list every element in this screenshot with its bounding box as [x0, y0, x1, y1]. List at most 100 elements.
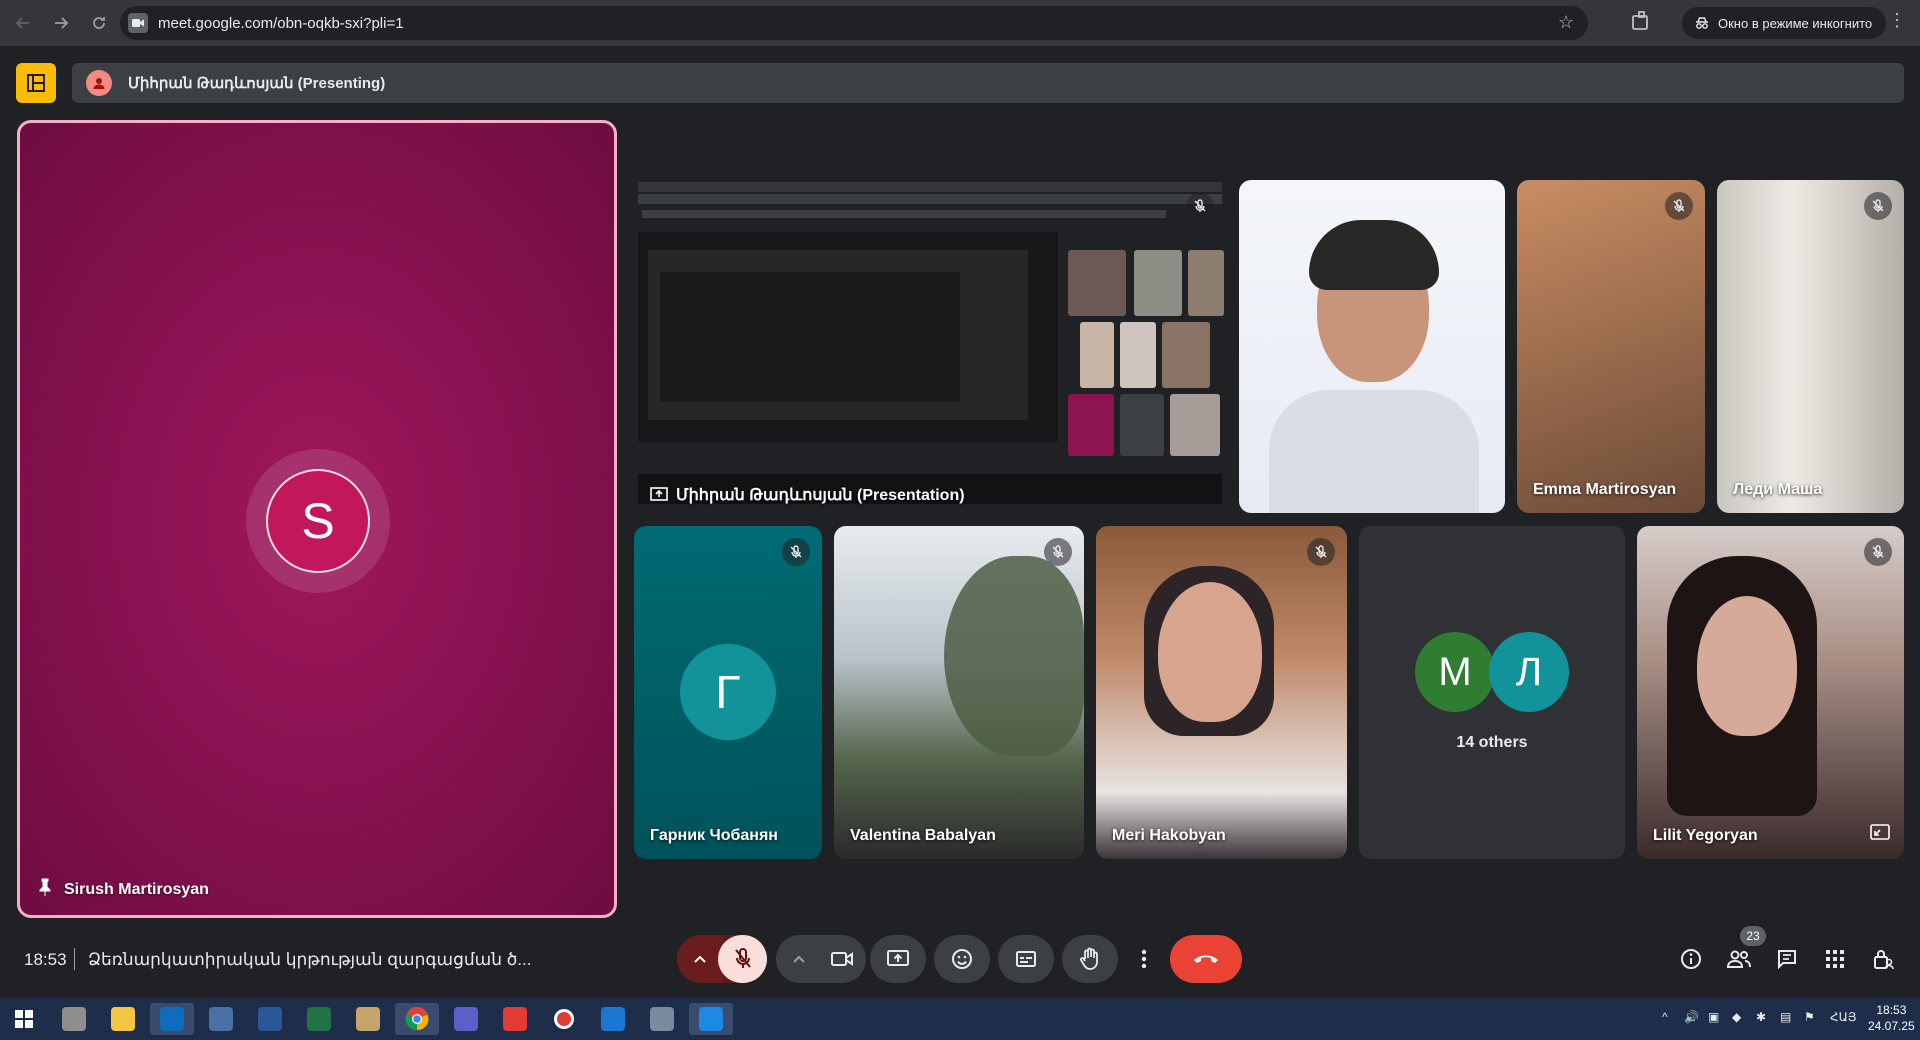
- taskbar-app[interactable]: [542, 1003, 586, 1035]
- camera-toggle-button[interactable]: [817, 935, 866, 983]
- participant-tile[interactable]: Meri Hakobyan: [1096, 526, 1347, 859]
- mute-indicator: [1665, 192, 1693, 220]
- participant-tile[interactable]: [1239, 180, 1505, 513]
- incognito-label: Окно в режиме инкогнито: [1718, 15, 1873, 31]
- forward-button[interactable]: [46, 8, 76, 38]
- browser-menu-icon[interactable]: ⋮: [1888, 10, 1906, 31]
- taskbar-app[interactable]: [689, 1003, 733, 1035]
- taskbar-clock[interactable]: 18:53 24.07.25: [1868, 1002, 1915, 1034]
- chat-button[interactable]: [1770, 942, 1804, 976]
- present-now-button[interactable]: [870, 935, 926, 983]
- site-info-icon[interactable]: [128, 13, 148, 33]
- windows-logo-icon: [15, 1010, 33, 1028]
- remote-desktop-icon: [699, 1007, 723, 1031]
- presentation-tile[interactable]: Միհրան Թադևոսյան (Presentation): [634, 180, 1226, 513]
- tray-app-icon[interactable]: ▣: [1708, 1010, 1719, 1024]
- taskbar-app[interactable]: [297, 1003, 341, 1035]
- others-count-label: 14 others: [1456, 734, 1528, 751]
- network-icon[interactable]: ▤: [1780, 1010, 1791, 1024]
- taskbar-app[interactable]: [346, 1003, 390, 1035]
- mic-off-icon: [1673, 199, 1685, 212]
- reactions-button[interactable]: [934, 935, 990, 983]
- activities-button[interactable]: [1818, 942, 1852, 976]
- mic-toggle-button[interactable]: [718, 935, 767, 983]
- camera-control: [776, 935, 866, 983]
- participant-avatar: S: [266, 469, 370, 573]
- taskbar-app[interactable]: [493, 1003, 537, 1035]
- mic-off-icon: [1315, 545, 1327, 558]
- mute-indicator: [1864, 538, 1892, 566]
- taskbar-app[interactable]: [395, 1003, 439, 1035]
- tray-app-icon[interactable]: ◆: [1732, 1010, 1741, 1024]
- tray-app-icon[interactable]: ⚑: [1804, 1010, 1815, 1024]
- present-layout-icon: [27, 74, 45, 92]
- meeting-clock: 18:53: [24, 950, 67, 969]
- others-tile[interactable]: М Л 14 others: [1359, 526, 1625, 859]
- chevron-up-icon: [793, 955, 805, 963]
- taskbar-app[interactable]: [640, 1003, 684, 1035]
- meeting-details-button[interactable]: [1674, 942, 1708, 976]
- clock-date: 24.07.25: [1868, 1019, 1915, 1033]
- tray-app-icon[interactable]: ✱: [1756, 1010, 1766, 1024]
- participant-video: [1697, 596, 1797, 736]
- record-icon: [554, 1009, 574, 1029]
- participant-tile[interactable]: Г Гарник Чобанян: [634, 526, 822, 859]
- outlook-icon: [160, 1007, 184, 1031]
- more-vert-icon: [1141, 949, 1147, 969]
- participant-name: Meri Hakobyan: [1112, 827, 1226, 844]
- closed-captions-icon: [1016, 951, 1036, 967]
- participant-avatar: Г: [680, 644, 776, 740]
- videocam-icon: [830, 952, 853, 966]
- mic-off-icon: [1872, 199, 1884, 212]
- extensions-icon[interactable]: [1630, 10, 1656, 36]
- taskbar-app[interactable]: [591, 1003, 635, 1035]
- word-icon: [258, 1007, 282, 1031]
- participant-tile[interactable]: Леди Маша: [1717, 180, 1904, 513]
- mic-options-button[interactable]: [677, 935, 723, 983]
- people-button[interactable]: [1722, 942, 1756, 976]
- start-button[interactable]: [2, 1003, 46, 1035]
- raise-hand-button[interactable]: [1062, 935, 1118, 983]
- lock-person-icon: [1874, 950, 1894, 970]
- meet-logo[interactable]: [16, 63, 56, 103]
- mic-off-icon: [1052, 545, 1064, 558]
- reload-icon: [93, 17, 105, 29]
- host-controls-button[interactable]: [1866, 942, 1900, 976]
- more-options-button[interactable]: [1126, 935, 1162, 983]
- pin-icon[interactable]: [38, 878, 52, 901]
- back-arrow-icon: [15, 17, 29, 29]
- taskbar-app[interactable]: [101, 1003, 145, 1035]
- reload-button[interactable]: [84, 8, 114, 38]
- tray-expand-icon[interactable]: ^: [1662, 1010, 1668, 1024]
- incognito-indicator[interactable]: Окно в режиме инкогнито: [1682, 7, 1887, 39]
- input-language[interactable]: ՀԱՅ: [1830, 1010, 1857, 1024]
- address-bar[interactable]: meet.google.com/obn-oqkb-sxi?pli=1 ☆: [120, 6, 1588, 40]
- participant-tile[interactable]: Emma Martirosyan: [1517, 180, 1705, 513]
- back-button[interactable]: [8, 8, 38, 38]
- taskbar-app[interactable]: [52, 1003, 96, 1035]
- taskbar-app[interactable]: [199, 1003, 243, 1035]
- participant-name: Emma Martirosyan: [1533, 481, 1677, 498]
- participant-tile[interactable]: Valentina Babalyan: [834, 526, 1084, 859]
- chevron-up-icon: [694, 955, 706, 963]
- taskbar-app[interactable]: [444, 1003, 488, 1035]
- camera-options-button[interactable]: [776, 935, 822, 983]
- snipping-tool-icon: [601, 1007, 625, 1031]
- participant-tile[interactable]: Lilit Yegoryan: [1637, 526, 1904, 859]
- taskbar-app[interactable]: [150, 1003, 194, 1035]
- volume-icon[interactable]: 🔊: [1684, 1010, 1699, 1024]
- mute-indicator: [1186, 192, 1214, 220]
- participants-count-badge: 23: [1740, 926, 1766, 946]
- mic-off-icon: [1194, 199, 1206, 212]
- bookmark-star-icon[interactable]: ☆: [1558, 12, 1574, 33]
- leave-call-button[interactable]: [1170, 935, 1242, 983]
- picture-in-picture-icon[interactable]: [1870, 824, 1890, 845]
- info-icon: [1681, 949, 1701, 969]
- captions-button[interactable]: [998, 935, 1054, 983]
- mic-off-icon: [1872, 545, 1884, 558]
- presenting-banner: Միհրան Թադևոսյան (Presenting): [72, 63, 1904, 103]
- meeting-title[interactable]: Ձեռնարկատիրական կրթության զարգացման ծ...: [88, 950, 531, 970]
- browser-toolbar: meet.google.com/obn-oqkb-sxi?pli=1 ☆ Окн…: [0, 0, 1920, 46]
- pinned-participant-tile[interactable]: S Sirush Martirosyan: [17, 120, 617, 918]
- taskbar-app[interactable]: [248, 1003, 292, 1035]
